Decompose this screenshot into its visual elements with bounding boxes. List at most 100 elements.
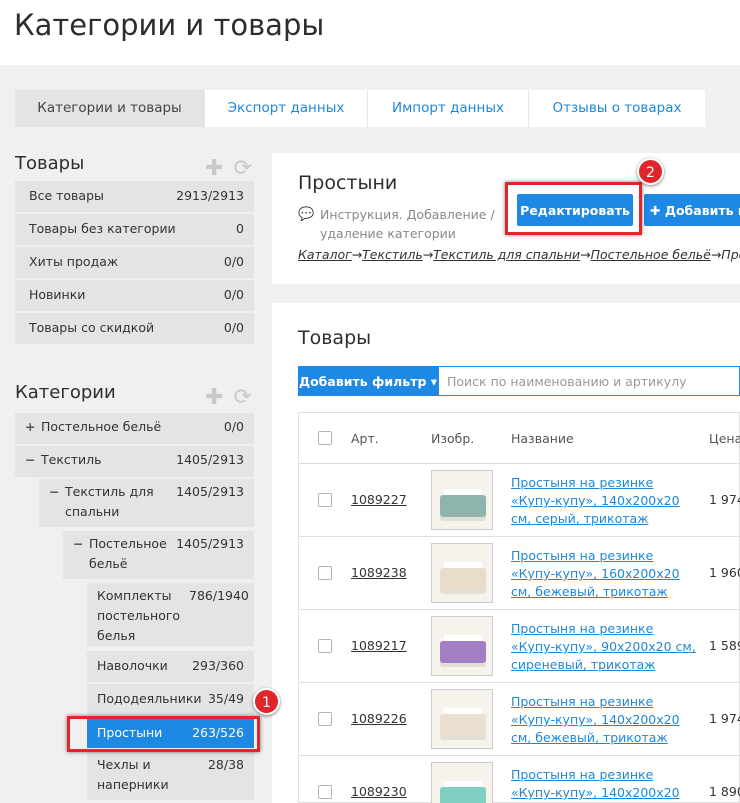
page-header: Категории и товары bbox=[0, 0, 740, 65]
side-item-bestsellers[interactable]: Хиты продаж 0/0 bbox=[15, 247, 254, 278]
collapse-icon[interactable]: − bbox=[73, 534, 89, 579]
category-count: 28/38 bbox=[207, 757, 244, 772]
breadcrumb-current: Прос bbox=[721, 247, 740, 262]
category-label: Текстиль bbox=[41, 452, 102, 467]
product-name[interactable]: Простыня на резинке «Купу-купу», 140х200… bbox=[511, 693, 701, 747]
category-count: 1405/2913 bbox=[176, 484, 244, 499]
table-header: Арт. Изобр. Название Цена bbox=[298, 412, 740, 464]
product-swatch bbox=[440, 568, 486, 590]
category-item-bedding-sets[interactable]: Комплекты постельного белья 786/1940 bbox=[87, 583, 254, 646]
category-item-bedding[interactable]: − Постельное бельё 1405/2913 bbox=[63, 531, 254, 579]
category-item-textile[interactable]: − Текстиль 1405/2913 bbox=[15, 446, 254, 477]
product-name[interactable]: Простыня на резинке «Купу-купу», 140х200… bbox=[511, 766, 701, 803]
category-count: 1405/2913 bbox=[176, 452, 244, 467]
tab-categories-products[interactable]: Категории и товары bbox=[15, 90, 205, 127]
row-checkbox[interactable] bbox=[318, 493, 332, 507]
product-price: 1 960 bbox=[709, 565, 740, 580]
side-item-new[interactable]: Новинки 0/0 bbox=[15, 280, 254, 311]
side-item-discount[interactable]: Товары со скидкой 0/0 bbox=[15, 313, 254, 344]
category-item-bedroom-textile[interactable]: − Текстиль для спальни 1405/2913 bbox=[39, 479, 254, 527]
categories-side-title: Категории bbox=[15, 382, 116, 403]
product-swatch bbox=[440, 641, 486, 663]
product-name[interactable]: Простыня на резинке «Купу-купу», 160х200… bbox=[511, 547, 701, 601]
category-label: Постельное бельё bbox=[41, 419, 162, 434]
side-item-count: 0/0 bbox=[223, 287, 244, 302]
search-input[interactable] bbox=[438, 366, 740, 396]
side-item-label: Товары без категории bbox=[29, 221, 176, 236]
product-name[interactable]: Простыня на резинке «Купу-купу», 140х200… bbox=[511, 474, 701, 528]
category-item-duvet-covers[interactable]: Пододеяльники 35/49 bbox=[87, 684, 254, 715]
step-badge-2: 2 bbox=[637, 158, 664, 185]
col-name[interactable]: Название bbox=[511, 431, 574, 446]
category-item-covers[interactable]: Чехлы и наперники 28/38 bbox=[87, 752, 254, 800]
side-item-label: Хиты продаж bbox=[29, 254, 119, 269]
add-button-label: Добавить к bbox=[664, 202, 740, 218]
add-filter-button[interactable]: Добавить фильтр ▾ bbox=[298, 366, 438, 396]
side-item-label: Все товары bbox=[29, 188, 104, 203]
help-link[interactable]: 💬 Инструкция. Добавление / удаление кате… bbox=[298, 205, 498, 243]
category-count: 35/49 bbox=[207, 691, 244, 706]
category-item-pillowcases[interactable]: Наволочки 293/360 bbox=[87, 651, 254, 682]
row-checkbox[interactable] bbox=[318, 639, 332, 653]
add-category-button[interactable]: ✚ Добавить к bbox=[644, 194, 740, 226]
product-name[interactable]: Простыня на резинке «Купу-купу», 90х200х… bbox=[511, 620, 701, 674]
product-art[interactable]: 1089227 bbox=[351, 492, 407, 507]
product-art[interactable]: 1089217 bbox=[351, 638, 407, 653]
col-image: Изобр. bbox=[431, 431, 475, 446]
product-thumbnail[interactable] bbox=[431, 616, 493, 676]
category-label: Текстиль для спальни bbox=[65, 484, 154, 519]
collapse-icon[interactable]: − bbox=[49, 482, 65, 527]
table-row: 1089230 Простыня на резинке «Купу-купу»,… bbox=[298, 756, 740, 803]
category-label: Наволочки bbox=[97, 658, 168, 673]
tab-reviews[interactable]: Отзывы о товарах bbox=[529, 90, 705, 127]
add-icon[interactable]: ✚ bbox=[205, 387, 223, 409]
breadcrumb: Каталог→Текстиль→Текстиль для спальни→По… bbox=[298, 247, 740, 262]
product-art[interactable]: 1089226 bbox=[351, 711, 407, 726]
product-art[interactable]: 1089238 bbox=[351, 565, 407, 580]
col-art[interactable]: Арт. bbox=[351, 431, 379, 446]
select-all-checkbox[interactable] bbox=[318, 431, 332, 445]
category-label: Постельное бельё bbox=[89, 536, 167, 571]
category-count: 293/360 bbox=[192, 658, 244, 673]
row-checkbox[interactable] bbox=[318, 712, 332, 726]
row-checkbox[interactable] bbox=[318, 566, 332, 580]
product-thumbnail[interactable] bbox=[431, 762, 493, 803]
side-item-count: 0 bbox=[236, 221, 244, 236]
breadcrumb-sep: → bbox=[710, 247, 722, 262]
category-title: Простыни bbox=[298, 172, 398, 194]
collapse-icon[interactable]: − bbox=[25, 450, 41, 477]
product-art[interactable]: 1089230 bbox=[351, 784, 407, 799]
table-row: 1089217 Простыня на резинке «Купу-купу»,… bbox=[298, 610, 740, 683]
comment-icon: 💬 bbox=[298, 207, 315, 222]
row-checkbox[interactable] bbox=[318, 785, 332, 799]
plus-icon: ✚ bbox=[650, 202, 665, 218]
products-tools: ✚ ⟳ bbox=[205, 158, 252, 180]
expand-icon[interactable]: + bbox=[25, 417, 41, 444]
product-thumbnail[interactable] bbox=[431, 543, 493, 603]
side-item-all-products[interactable]: Все товары 2913/2913 bbox=[15, 181, 254, 212]
step-badge-1: 1 bbox=[253, 688, 280, 715]
side-item-no-category[interactable]: Товары без категории 0 bbox=[15, 214, 254, 245]
products-title: Товары bbox=[298, 327, 372, 349]
col-price[interactable]: Цена bbox=[709, 431, 740, 446]
breadcrumb-catalog[interactable]: Каталог bbox=[298, 247, 352, 262]
product-price: 1 974 bbox=[709, 492, 740, 507]
add-icon[interactable]: ✚ bbox=[205, 158, 223, 180]
product-thumbnail[interactable] bbox=[431, 689, 493, 749]
breadcrumb-bedroom-textile[interactable]: Текстиль для спальни bbox=[433, 247, 580, 262]
products-list: Все товары 2913/2913 Товары без категори… bbox=[15, 181, 254, 346]
category-item-bedding-root[interactable]: + Постельное бельё 0/0 bbox=[15, 413, 254, 444]
refresh-icon[interactable]: ⟳ bbox=[233, 387, 251, 409]
refresh-icon[interactable]: ⟳ bbox=[233, 158, 251, 180]
categories-tools: ✚ ⟳ bbox=[205, 387, 252, 409]
product-thumbnail[interactable] bbox=[431, 470, 493, 530]
breadcrumb-textile[interactable]: Текстиль bbox=[362, 247, 423, 262]
page-title: Категории и товары bbox=[14, 8, 325, 42]
product-price: 1 890 bbox=[709, 784, 740, 799]
tab-import[interactable]: Импорт данных bbox=[368, 90, 529, 127]
category-label: Пододеяльники bbox=[97, 691, 202, 706]
side-item-count: 2913/2913 bbox=[176, 188, 244, 203]
breadcrumb-bedding[interactable]: Постельное бельё bbox=[591, 247, 711, 262]
tab-export[interactable]: Экспорт данных bbox=[205, 90, 368, 127]
breadcrumb-sep: → bbox=[422, 247, 434, 262]
